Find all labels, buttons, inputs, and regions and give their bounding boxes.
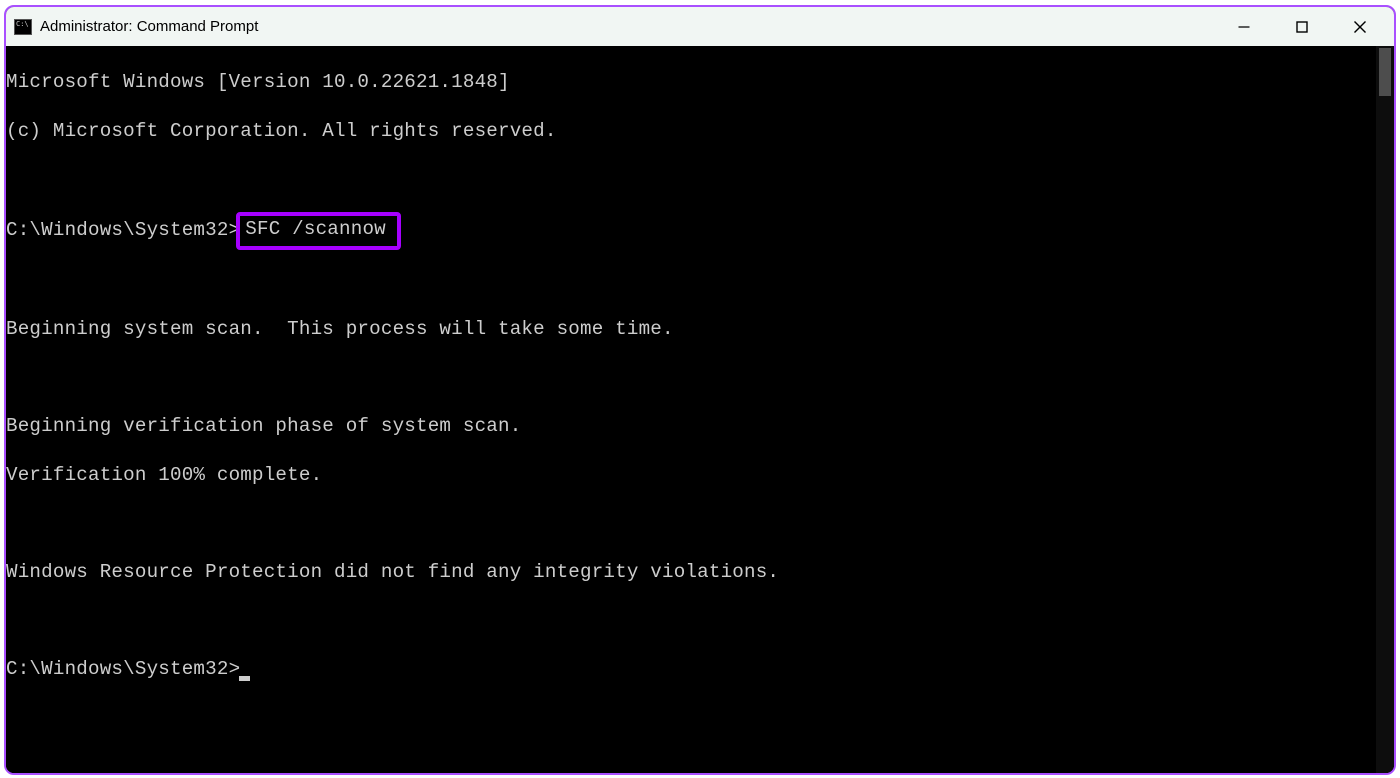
output-line: Windows Resource Protection did not find… (6, 560, 1376, 584)
copyright-line: (c) Microsoft Corporation. All rights re… (6, 119, 1376, 143)
command-highlight: SFC /scannow (236, 212, 401, 250)
close-button[interactable] (1331, 7, 1389, 46)
scrollbar-thumb[interactable] (1379, 48, 1391, 96)
prompt-path: C:\Windows\System32> (6, 218, 240, 242)
cmd-icon (14, 19, 32, 35)
terminal-area: Microsoft Windows [Version 10.0.22621.18… (6, 46, 1394, 773)
blank-line (6, 167, 1376, 191)
window-controls (1215, 7, 1389, 46)
command-line-2: C:\Windows\System32> (6, 657, 1376, 681)
prompt-path: C:\Windows\System32> (6, 658, 240, 680)
window-title: Administrator: Command Prompt (40, 18, 258, 35)
maximize-button[interactable] (1273, 7, 1331, 46)
blank-line (6, 609, 1376, 633)
command-prompt-window: Administrator: Command Prompt Microsoft … (4, 5, 1396, 775)
close-icon (1353, 20, 1367, 34)
output-line: Verification 100% complete. (6, 463, 1376, 487)
maximize-icon (1296, 21, 1308, 33)
typed-command: SFC /scannow (245, 218, 386, 240)
blank-line (6, 366, 1376, 390)
command-line-1: C:\Windows\System32>SFC /scannow (6, 216, 1376, 244)
terminal-output[interactable]: Microsoft Windows [Version 10.0.22621.18… (6, 46, 1376, 773)
vertical-scrollbar[interactable] (1376, 46, 1394, 773)
output-line: Beginning system scan. This process will… (6, 317, 1376, 341)
blank-line (6, 512, 1376, 536)
output-line: Beginning verification phase of system s… (6, 414, 1376, 438)
cursor (239, 676, 250, 681)
minimize-button[interactable] (1215, 7, 1273, 46)
blank-line (6, 269, 1376, 293)
titlebar[interactable]: Administrator: Command Prompt (6, 7, 1394, 46)
minimize-icon (1238, 21, 1250, 33)
version-line: Microsoft Windows [Version 10.0.22621.18… (6, 70, 1376, 94)
